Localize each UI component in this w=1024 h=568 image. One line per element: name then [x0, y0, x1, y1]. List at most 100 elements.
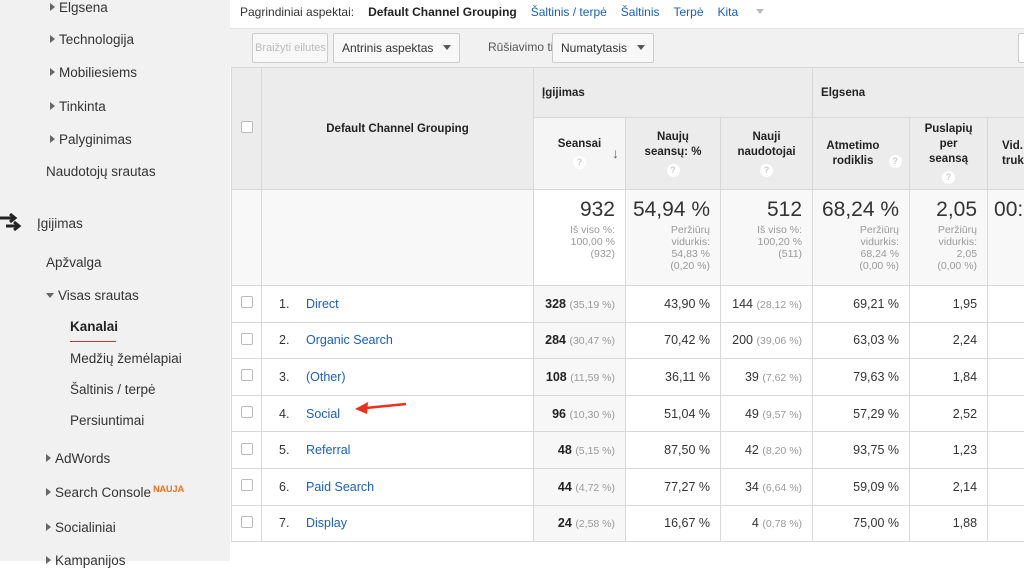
row-index: 3.: [279, 370, 306, 384]
total-avg-duration: 00:: [988, 190, 1024, 286]
new-users-value: 4: [752, 516, 759, 530]
sidebar-item-saltinis-terpe[interactable]: Šaltinis / terpė: [70, 382, 156, 397]
column-header-avg-duration[interactable]: Vid. truk: [988, 118, 1024, 190]
new-users-pct: (28,12 %): [757, 299, 803, 311]
new-sessions-pct-cell: 43,90 %: [626, 286, 721, 323]
avg-duration-cell: [988, 505, 1024, 542]
sessions-value: 24: [558, 516, 572, 530]
avg-duration-cell: [988, 322, 1024, 359]
row-checkbox[interactable]: [241, 406, 253, 418]
column-header-new-sessions-pct[interactable]: Naujų seansų: %?: [626, 118, 721, 190]
label: Palyginimas: [59, 132, 132, 147]
sidebar-item-adwords[interactable]: AdWords: [46, 451, 110, 466]
row-index: 2.: [279, 333, 306, 347]
sidebar-item-search-console[interactable]: Search ConsoleNAUJA: [46, 484, 184, 500]
pages-per-session-cell: 1,88: [910, 505, 988, 542]
sidebar-item-elgsena[interactable]: Elgsena: [50, 0, 108, 15]
search-input[interactable]: [1018, 33, 1024, 63]
sidebar-item-socialiniai[interactable]: Socialiniai: [46, 520, 116, 535]
secondary-dimension-dropdown[interactable]: Antrinis aspektas: [333, 33, 460, 63]
sidebar-item-naudotoju-srautas[interactable]: Naudotojų srautas: [46, 164, 156, 179]
row-checkbox-cell: [232, 322, 262, 359]
total-new-users: 512Iš viso %:100,20 %(511): [721, 190, 813, 286]
channel-cell: 2.Organic Search: [262, 322, 534, 359]
sidebar-item-igijimas[interactable]: Įgijimas: [37, 216, 83, 231]
dimension-header[interactable]: Default Channel Grouping: [262, 68, 534, 190]
help-icon[interactable]: ?: [573, 156, 586, 169]
channel-link[interactable]: (Other): [306, 370, 346, 384]
sidebar-item-apzvalga[interactable]: Apžvalga: [46, 255, 102, 270]
label: AdWords: [55, 451, 110, 466]
help-icon[interactable]: ?: [942, 171, 955, 184]
channel-cell: 1.Direct: [262, 286, 534, 323]
group-header-acquisition: Įgijimas: [534, 68, 813, 118]
help-icon[interactable]: ?: [889, 155, 902, 168]
channel-link[interactable]: Direct: [306, 297, 339, 311]
label: Naujų seansų: %: [643, 130, 703, 160]
new-users-cell: 49 (9,57 %): [721, 395, 813, 432]
sessions-cell: 24 (2,58 %): [534, 505, 626, 542]
column-header-sessions[interactable]: Seansai↓?: [534, 118, 626, 190]
sidebar-item-medziu-zemelapiai[interactable]: Medžių žemėlapiai: [70, 351, 182, 366]
label: Search Console: [55, 485, 151, 500]
row-checkbox[interactable]: [241, 296, 253, 308]
sessions-value: 108: [546, 370, 567, 384]
select-all-checkbox[interactable]: [241, 121, 253, 133]
sidebar-item-kanalai[interactable]: Kanalai: [70, 319, 118, 334]
sessions-value: 44: [558, 480, 572, 494]
help-icon[interactable]: ?: [760, 164, 773, 177]
new-users-cell: 144 (28,12 %): [721, 286, 813, 323]
channel-link[interactable]: Referral: [306, 443, 350, 457]
caret-right-icon: [46, 488, 51, 496]
row-checkbox[interactable]: [241, 443, 253, 455]
sidebar-item-persiuntimai[interactable]: Persiuntimai: [70, 413, 144, 428]
row-checkbox[interactable]: [241, 479, 253, 491]
new-users-value: 42: [745, 443, 759, 457]
column-header-pages-per-session[interactable]: Puslapių per seansą?: [910, 118, 988, 190]
sidebar-item-visas-srautas[interactable]: Visas srautas: [46, 288, 139, 303]
channel-link[interactable]: Social: [306, 407, 340, 421]
value: 00:: [994, 198, 1024, 222]
help-icon[interactable]: ?: [667, 164, 680, 177]
row-checkbox-cell: [232, 359, 262, 396]
column-header-new-users[interactable]: Nauji naudotojai?: [721, 118, 813, 190]
row-checkbox[interactable]: [241, 369, 253, 381]
channel-link[interactable]: Paid Search: [306, 480, 374, 494]
dimension-link-other[interactable]: Kita: [718, 5, 779, 19]
sessions-value: 96: [552, 407, 566, 421]
channel-link[interactable]: Display: [306, 516, 347, 530]
new-users-value: 39: [745, 370, 759, 384]
channel-link[interactable]: Organic Search: [306, 333, 393, 347]
label: Mobiliesiems: [59, 65, 137, 80]
sort-type-dropdown[interactable]: Numatytasis: [552, 33, 654, 63]
row-checkbox[interactable]: [241, 333, 253, 345]
new-users-value: 144: [732, 297, 753, 311]
value: 2,05: [914, 198, 977, 222]
caret-down-icon: [46, 293, 54, 298]
sessions-cell: 328 (35,19 %): [534, 286, 626, 323]
sidebar-item-mobiliesiems[interactable]: Mobiliesiems: [50, 65, 137, 80]
channel-cell: 7.Display: [262, 505, 534, 542]
row-checkbox-cell: [232, 395, 262, 432]
totals-empty-cell: [232, 190, 262, 286]
dimension-link-source-medium[interactable]: Šaltinis / terpė: [531, 5, 607, 19]
total-new-sessions-pct: 54,94 %Peržiūrųvidurkis:54,83 %(0,20 %): [626, 190, 721, 286]
plot-rows-button[interactable]: Braižyti eilutes: [252, 33, 328, 63]
dimension-link-medium[interactable]: Terpė: [673, 5, 703, 19]
dimension-default-channel-grouping[interactable]: Default Channel Grouping: [368, 5, 517, 19]
sidebar-item-technologija[interactable]: Technologija: [50, 32, 134, 47]
subtext: Peržiūrųvidurkis:54,83 %(0,20 %): [630, 224, 710, 272]
row-checkbox[interactable]: [241, 516, 253, 528]
sessions-cell: 284 (30,47 %): [534, 322, 626, 359]
sidebar-item-palyginimas[interactable]: Palyginimas: [50, 132, 132, 147]
column-header-bounce-rate[interactable]: Atmetimo rodiklis ?: [813, 118, 910, 190]
pages-per-session-cell: 1,95: [910, 286, 988, 323]
value: 512: [725, 198, 802, 222]
value: 68,24 %: [817, 198, 899, 222]
dimension-link-source[interactable]: Šaltinis: [621, 5, 660, 19]
pages-per-session-cell: 2,14: [910, 468, 988, 505]
pages-per-session-cell: 2,52: [910, 395, 988, 432]
pages-per-session-cell: 1,84: [910, 359, 988, 396]
sidebar-item-tinkinta[interactable]: Tinkinta: [50, 99, 106, 114]
row-checkbox-cell: [232, 468, 262, 505]
